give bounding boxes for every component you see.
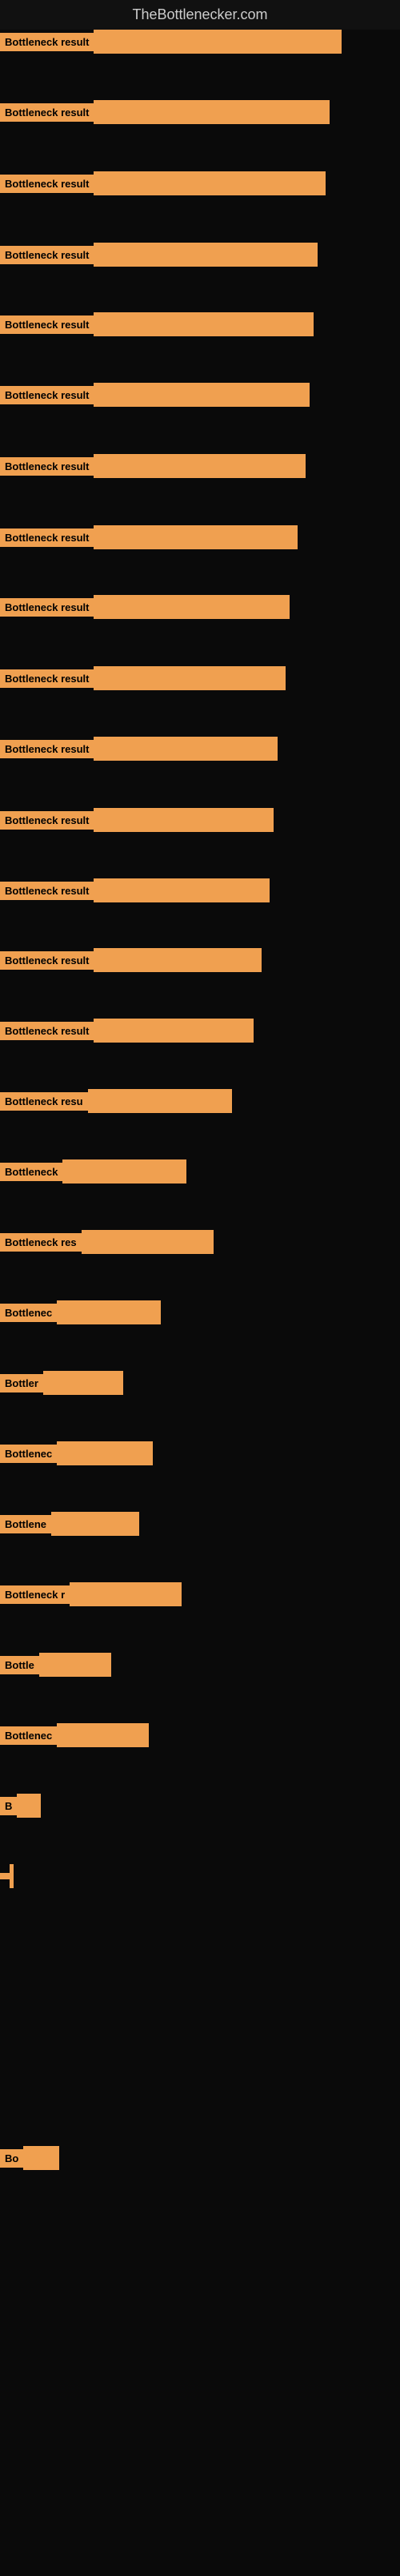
bottleneck-bar-line — [10, 1864, 14, 1888]
bottleneck-result-label: Bottleneck — [0, 1163, 62, 1181]
bottleneck-bar-line — [70, 1582, 182, 1606]
list-item: Bottler — [0, 1371, 123, 1395]
bottleneck-bar-line — [82, 1230, 214, 1254]
list-item: Bottlenec — [0, 1441, 153, 1465]
list-item: Bottlenec — [0, 1723, 149, 1747]
bottleneck-bar-line — [23, 2146, 59, 2170]
list-item: Bottleneck result — [0, 454, 306, 478]
list-item: Bottleneck r — [0, 1582, 182, 1606]
list-item: Bottlene — [0, 1512, 139, 1536]
bottleneck-result-label: Bottleneck result — [0, 882, 94, 900]
bottleneck-result-label: Bottle — [0, 1656, 39, 1674]
bottleneck-bar-line — [94, 100, 330, 124]
list-item: Bottleneck result — [0, 948, 262, 972]
bottleneck-bar-line — [94, 30, 342, 54]
bottleneck-result-label — [0, 1873, 10, 1879]
bottleneck-bar-line — [57, 1441, 153, 1465]
bottleneck-bar-line — [94, 808, 274, 832]
bottleneck-bar-line — [94, 312, 314, 336]
bottleneck-result-label: Bottleneck r — [0, 1585, 70, 1604]
bottleneck-result-label: Bottleneck result — [0, 103, 94, 122]
list-item: Bottleneck res — [0, 1230, 214, 1254]
list-item: Bottlenec — [0, 1300, 161, 1324]
bottleneck-result-label: Bottleneck result — [0, 315, 94, 334]
list-item: Bottleneck result — [0, 595, 290, 619]
bottleneck-result-label: Bottleneck res — [0, 1233, 82, 1252]
list-item: B — [0, 1794, 41, 1818]
bottleneck-result-label: Bottlene — [0, 1515, 51, 1533]
bottleneck-result-label: Bottleneck result — [0, 386, 94, 404]
bottleneck-bar-line — [94, 171, 326, 195]
bottleneck-result-label: Bottleneck result — [0, 669, 94, 688]
site-title: TheBottlenecker.com — [0, 0, 400, 30]
bottleneck-bar-line — [94, 595, 290, 619]
bottleneck-result-label: Bottleneck resu — [0, 1092, 88, 1111]
bottleneck-bar-line — [94, 454, 306, 478]
bottleneck-result-label: Bottleneck result — [0, 33, 94, 51]
bottleneck-result-label: Bottleneck result — [0, 811, 94, 830]
list-item: Bottleneck result — [0, 525, 298, 549]
bottleneck-result-label: Bottleneck result — [0, 951, 94, 970]
list-item: Bottleneck result — [0, 808, 274, 832]
bottleneck-bar-line — [94, 948, 262, 972]
bottleneck-bar-line — [57, 1300, 161, 1324]
bottleneck-result-label: Bo — [0, 2149, 23, 2168]
list-item: Bottleneck result — [0, 666, 286, 690]
list-item: Bottleneck result — [0, 1019, 254, 1043]
list-item: Bottle — [0, 1653, 111, 1677]
bottleneck-bar-line — [57, 1723, 149, 1747]
list-item: Bottleneck result — [0, 878, 270, 902]
bottleneck-result-label: Bottleneck result — [0, 1022, 94, 1040]
list-item: Bottleneck result — [0, 737, 278, 761]
bottleneck-bar-line — [94, 525, 298, 549]
bottleneck-result-label: Bottlenec — [0, 1304, 57, 1322]
list-item: Bottleneck result — [0, 312, 314, 336]
list-item: Bo — [0, 2146, 59, 2170]
list-item: Bottleneck result — [0, 30, 342, 54]
list-item: Bottleneck resu — [0, 1089, 232, 1113]
list-item: Bottleneck result — [0, 243, 318, 267]
bottleneck-result-label: Bottleneck result — [0, 528, 94, 547]
bottleneck-result-label: Bottlenec — [0, 1445, 57, 1463]
bottleneck-bar-line — [94, 243, 318, 267]
bottleneck-bar-line — [94, 383, 310, 407]
bottleneck-bar-line — [94, 666, 286, 690]
bottleneck-bar-line — [88, 1089, 232, 1113]
bottleneck-result-label: Bottleneck result — [0, 457, 94, 476]
bottleneck-bar-line — [43, 1371, 123, 1395]
bottleneck-result-label: Bottlenec — [0, 1726, 57, 1745]
bottleneck-result-label: Bottleneck result — [0, 246, 94, 264]
bottleneck-bar-line — [39, 1653, 111, 1677]
bottleneck-result-label: Bottleneck result — [0, 175, 94, 193]
list-item — [0, 1864, 14, 1888]
bottleneck-bar-line — [62, 1159, 186, 1184]
bottleneck-result-label: Bottleneck result — [0, 740, 94, 758]
bottleneck-bar-line — [51, 1512, 139, 1536]
bottleneck-result-label: Bottler — [0, 1374, 43, 1392]
bottleneck-bar-line — [17, 1794, 41, 1818]
bottleneck-result-label: Bottleneck result — [0, 598, 94, 617]
list-item: Bottleneck — [0, 1159, 186, 1184]
list-item: Bottleneck result — [0, 100, 330, 124]
bottleneck-bar-line — [94, 1019, 254, 1043]
list-item: Bottleneck result — [0, 171, 326, 195]
list-item: Bottleneck result — [0, 383, 310, 407]
bottleneck-result-label: B — [0, 1797, 17, 1815]
bottleneck-bar-line — [94, 737, 278, 761]
bottleneck-bar-line — [94, 878, 270, 902]
